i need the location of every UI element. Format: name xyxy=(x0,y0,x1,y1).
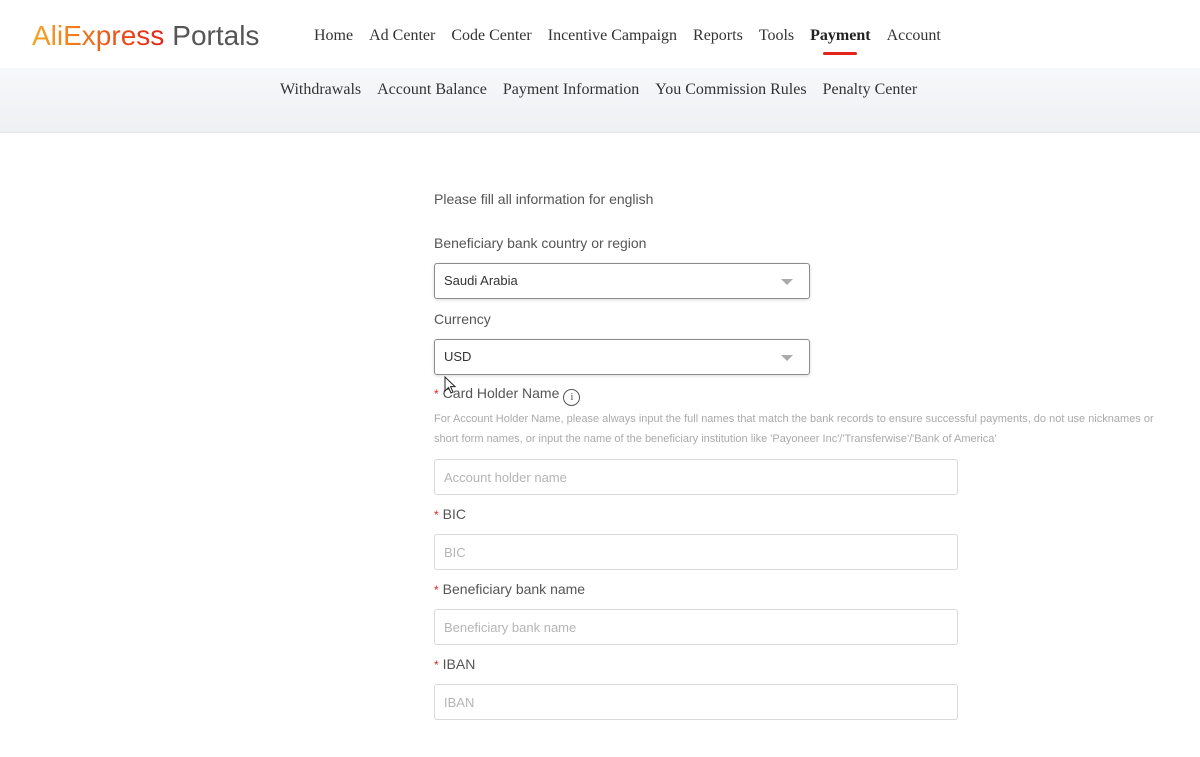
subnav-item-commission-rules[interactable]: You Commission Rules xyxy=(647,80,814,100)
nav-item-ad-center[interactable]: Ad Center xyxy=(361,24,443,48)
required-asterisk: * xyxy=(434,508,439,522)
nav-item-home[interactable]: Home xyxy=(306,24,361,48)
required-asterisk: * xyxy=(434,387,439,401)
nav-item-account[interactable]: Account xyxy=(879,24,949,48)
bank-name-label-text: Beneficiary bank name xyxy=(442,581,586,597)
currency-label: Currency xyxy=(434,311,491,327)
nav-item-tools[interactable]: Tools xyxy=(751,24,802,48)
chevron-down-icon xyxy=(781,279,793,285)
card-holder-label: * Card Holder Name i xyxy=(434,382,1174,406)
chevron-down-icon xyxy=(781,355,793,361)
payment-subnav: Withdrawals Account Balance Payment Info… xyxy=(272,80,925,100)
form-instruction: Please fill all information for english xyxy=(434,191,654,207)
nav-item-code-center[interactable]: Code Center xyxy=(443,24,539,48)
required-asterisk: * xyxy=(434,658,439,672)
payment-info-form: Please fill all information for english … xyxy=(434,186,1174,720)
iban-input[interactable] xyxy=(434,684,958,720)
subnav-item-account-balance[interactable]: Account Balance xyxy=(369,80,495,100)
bic-label-text: BIC xyxy=(442,506,467,522)
logo-brand-text: AliExpress xyxy=(32,20,165,51)
bic-label: * BIC xyxy=(434,503,1174,526)
country-select[interactable]: Saudi Arabia xyxy=(434,263,810,299)
subnav-item-withdrawals[interactable]: Withdrawals xyxy=(272,80,369,100)
iban-label: * IBAN xyxy=(434,653,1174,676)
subnav-item-penalty-center[interactable]: Penalty Center xyxy=(815,80,926,100)
bank-name-label: * Beneficiary bank name xyxy=(434,578,1174,601)
iban-label-text: IBAN xyxy=(442,656,476,672)
country-select-value: Saudi Arabia xyxy=(444,273,518,288)
payment-subnav-bar: Withdrawals Account Balance Payment Info… xyxy=(0,68,1200,133)
nav-item-incentive-campaign[interactable]: Incentive Campaign xyxy=(540,24,685,48)
currency-select-value: USD xyxy=(444,349,472,364)
currency-select[interactable]: USD xyxy=(434,339,810,375)
nav-item-payment[interactable]: Payment xyxy=(802,24,878,48)
card-holder-hint: For Account Holder Name, please always i… xyxy=(434,413,1154,445)
card-holder-label-text: Card Holder Name xyxy=(442,385,560,401)
info-icon[interactable]: i xyxy=(563,389,581,406)
account-holder-name-input[interactable] xyxy=(434,459,958,495)
mouse-cursor-icon xyxy=(444,376,456,394)
main-nav: Home Ad Center Code Center Incentive Cam… xyxy=(306,24,949,48)
nav-item-reports[interactable]: Reports xyxy=(685,24,751,48)
logo-portals-text: Portals xyxy=(172,20,260,51)
beneficiary-bank-name-input[interactable] xyxy=(434,609,958,645)
bic-input[interactable] xyxy=(434,534,958,570)
country-label: Beneficiary bank country or region xyxy=(434,235,647,251)
aliexpress-portals-logo[interactable]: AliExpress Portals xyxy=(32,18,259,54)
top-header: AliExpress Portals Home Ad Center Code Ce… xyxy=(0,0,1200,68)
subnav-item-payment-information[interactable]: Payment Information xyxy=(495,80,647,100)
required-asterisk: * xyxy=(434,583,439,597)
